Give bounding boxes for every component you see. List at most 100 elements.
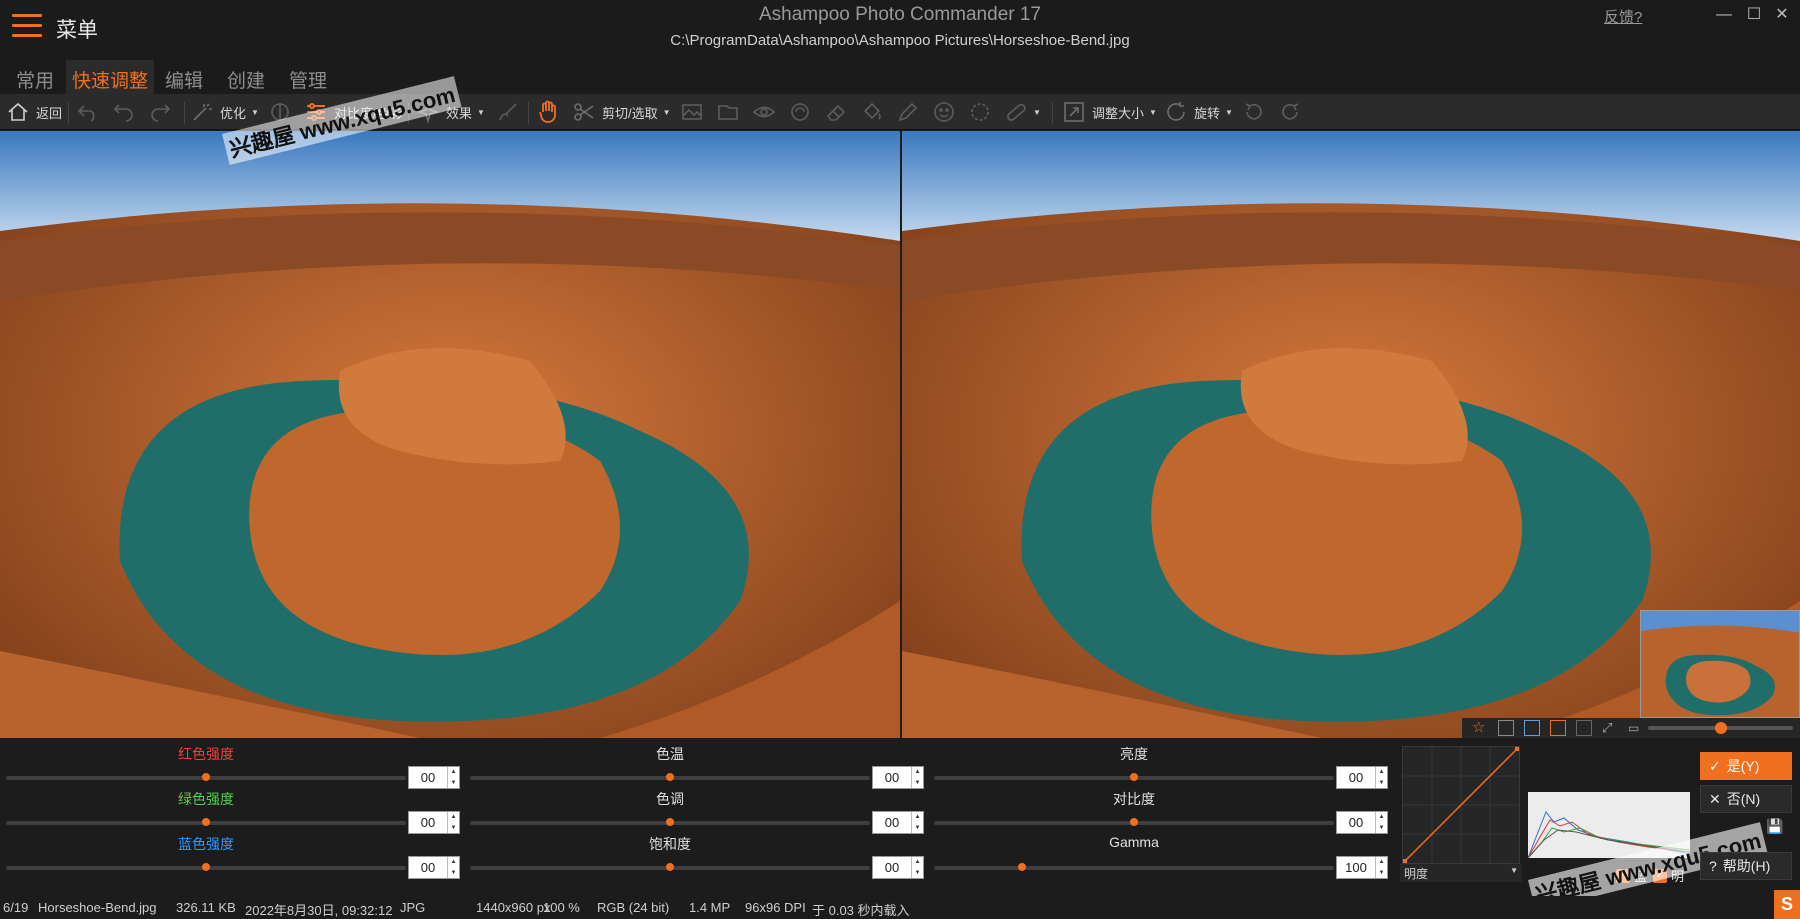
blue-intensity-value[interactable]: 00 [409,857,447,878]
yes-label: 是(Y) [1726,758,1760,774]
saturation-slider-knob[interactable] [666,863,674,871]
green-intensity-value[interactable]: 00 [409,812,447,833]
tint-slider[interactable] [470,818,870,826]
pen-icon [898,102,918,122]
yes-button[interactable]: ✓ 是(Y) [1700,752,1792,780]
undo-button[interactable] [112,100,136,124]
crop-select-button[interactable]: 剪切/选取 ▼ [572,100,671,124]
photo-tool-button[interactable] [680,100,704,124]
saturation-spinbox[interactable]: 00 ▲ ▼ [872,856,924,879]
minimize-button[interactable]: — [1712,4,1736,26]
save-icon[interactable]: 💾 [1766,818,1783,835]
feedback-link[interactable]: 反馈? [1604,6,1642,27]
spin-arrows-icon[interactable]: ▲ ▼ [1375,767,1387,788]
curve-channel-select[interactable]: 明度 ▼ [1400,864,1522,882]
tab-manage[interactable]: 管理 [283,60,333,94]
chevron-down-icon: ▼ [477,107,485,117]
gamma-value[interactable]: 100 [1337,857,1375,878]
tint-value[interactable]: 00 [873,812,911,833]
tab-create[interactable]: 创建 [221,60,271,94]
hamburger-menu-icon[interactable] [12,14,42,38]
color-temperature-value[interactable]: 00 [873,767,911,788]
green-intensity-spinbox[interactable]: 00 ▲ ▼ [408,811,460,834]
contrast-value[interactable]: 00 [1337,812,1375,833]
tint-slider-knob[interactable] [666,818,674,826]
selection-button[interactable] [968,100,992,124]
color-temperature-spinbox[interactable]: 00 ▲ ▼ [872,766,924,789]
close-button[interactable]: ✕ [1770,4,1794,26]
spin-arrows-icon[interactable]: ▲ ▼ [447,767,459,788]
brush-button[interactable] [496,100,520,124]
view-original-icon[interactable] [1576,720,1592,736]
tab-edit[interactable]: 编辑 [159,60,209,94]
star-icon[interactable]: ☆ [1472,720,1488,736]
contrast-spinbox[interactable]: 00 ▲ ▼ [1336,811,1388,834]
red-intensity-spinbox[interactable]: 00 ▲ ▼ [408,766,460,789]
spin-arrows-icon[interactable]: ▲ ▼ [911,767,923,788]
original-image-pane[interactable] [0,131,900,738]
green-intensity-slider[interactable] [6,818,406,826]
tone-curve[interactable] [1402,746,1520,864]
spin-arrows-icon[interactable]: ▲ ▼ [447,812,459,833]
contrast-slider-knob[interactable] [1130,818,1138,826]
blue-intensity-slider[interactable] [6,863,406,871]
bandage-button[interactable]: ▼ [1004,100,1041,124]
spin-arrows-icon[interactable]: ▲ ▼ [911,857,923,878]
brightness-value[interactable]: 00 [1337,767,1375,788]
rotate-button[interactable]: 旋转 ▼ [1164,100,1233,124]
optimize-button[interactable]: 优化 ▼ [190,100,259,124]
rotate-right-button[interactable] [1278,100,1302,124]
hand-tool-button[interactable] [536,100,560,124]
red-intensity-slider-knob[interactable] [202,773,210,781]
help-button[interactable]: ? 帮助(H) [1700,852,1792,880]
red-intensity-slider-row: 红色强度 [6,741,406,783]
gamma-slider-knob[interactable] [1018,863,1026,871]
color-temperature-slider[interactable] [470,773,870,781]
view-fit-icon[interactable] [1498,720,1514,736]
back-button[interactable]: 返回 [6,100,62,124]
color-temperature-slider-knob[interactable] [666,773,674,781]
home-icon [8,102,28,121]
monitor-icon[interactable]: ▭ [1628,720,1644,736]
fill-button[interactable] [860,100,884,124]
pen-button[interactable] [896,100,920,124]
undo-all-button[interactable] [76,100,100,124]
menu-label[interactable]: 菜单 [56,14,98,44]
saturation-value[interactable]: 00 [873,857,911,878]
view-compare-icon[interactable] [1524,720,1540,736]
blue-intensity-slider-knob[interactable] [202,863,210,871]
view-split-icon[interactable] [1550,720,1566,736]
maximize-button[interactable]: ☐ [1742,4,1766,26]
zoom-slider-knob[interactable] [1714,722,1727,734]
resize-button[interactable]: 调整大小 ▼ [1062,100,1157,124]
tab-common[interactable]: 常用 [10,60,60,94]
gamma-slider[interactable] [934,863,1334,871]
contrast-slider[interactable] [934,818,1334,826]
no-button[interactable]: ✕ 否(N) [1700,785,1792,813]
fullscreen-icon[interactable]: ⤢ [1602,720,1618,736]
frame-button[interactable] [716,100,740,124]
spin-arrows-icon[interactable]: ▲ ▼ [911,812,923,833]
red-eye-button[interactable] [752,100,776,124]
saturation-slider[interactable] [470,863,870,871]
clone-button[interactable] [788,100,812,124]
brightness-slider-knob[interactable] [1130,773,1138,781]
zoom-slider[interactable] [1648,722,1793,734]
green-intensity-slider-knob[interactable] [202,818,210,826]
tab-quick-adjust[interactable]: 快速调整 [66,60,155,94]
brightness-spinbox[interactable]: 00 ▲ ▼ [1336,766,1388,789]
spin-arrows-icon[interactable]: ▲ ▼ [447,857,459,878]
spin-arrows-icon[interactable]: ▲ ▼ [1375,857,1387,878]
tint-spinbox[interactable]: 00 ▲ ▼ [872,811,924,834]
eraser-button[interactable] [824,100,848,124]
blue-intensity-spinbox[interactable]: 00 ▲ ▼ [408,856,460,879]
gamma-spinbox[interactable]: 100 ▲ ▼ [1336,856,1388,879]
spin-arrows-icon[interactable]: ▲ ▼ [1375,812,1387,833]
red-intensity-value[interactable]: 00 [409,767,447,788]
redo-button[interactable] [148,100,172,124]
face-button[interactable] [932,100,956,124]
brightness-slider[interactable] [934,773,1334,781]
rotate-left-button[interactable] [1242,100,1266,124]
red-intensity-slider[interactable] [6,773,406,781]
navigator-thumbnail[interactable] [1640,610,1800,718]
